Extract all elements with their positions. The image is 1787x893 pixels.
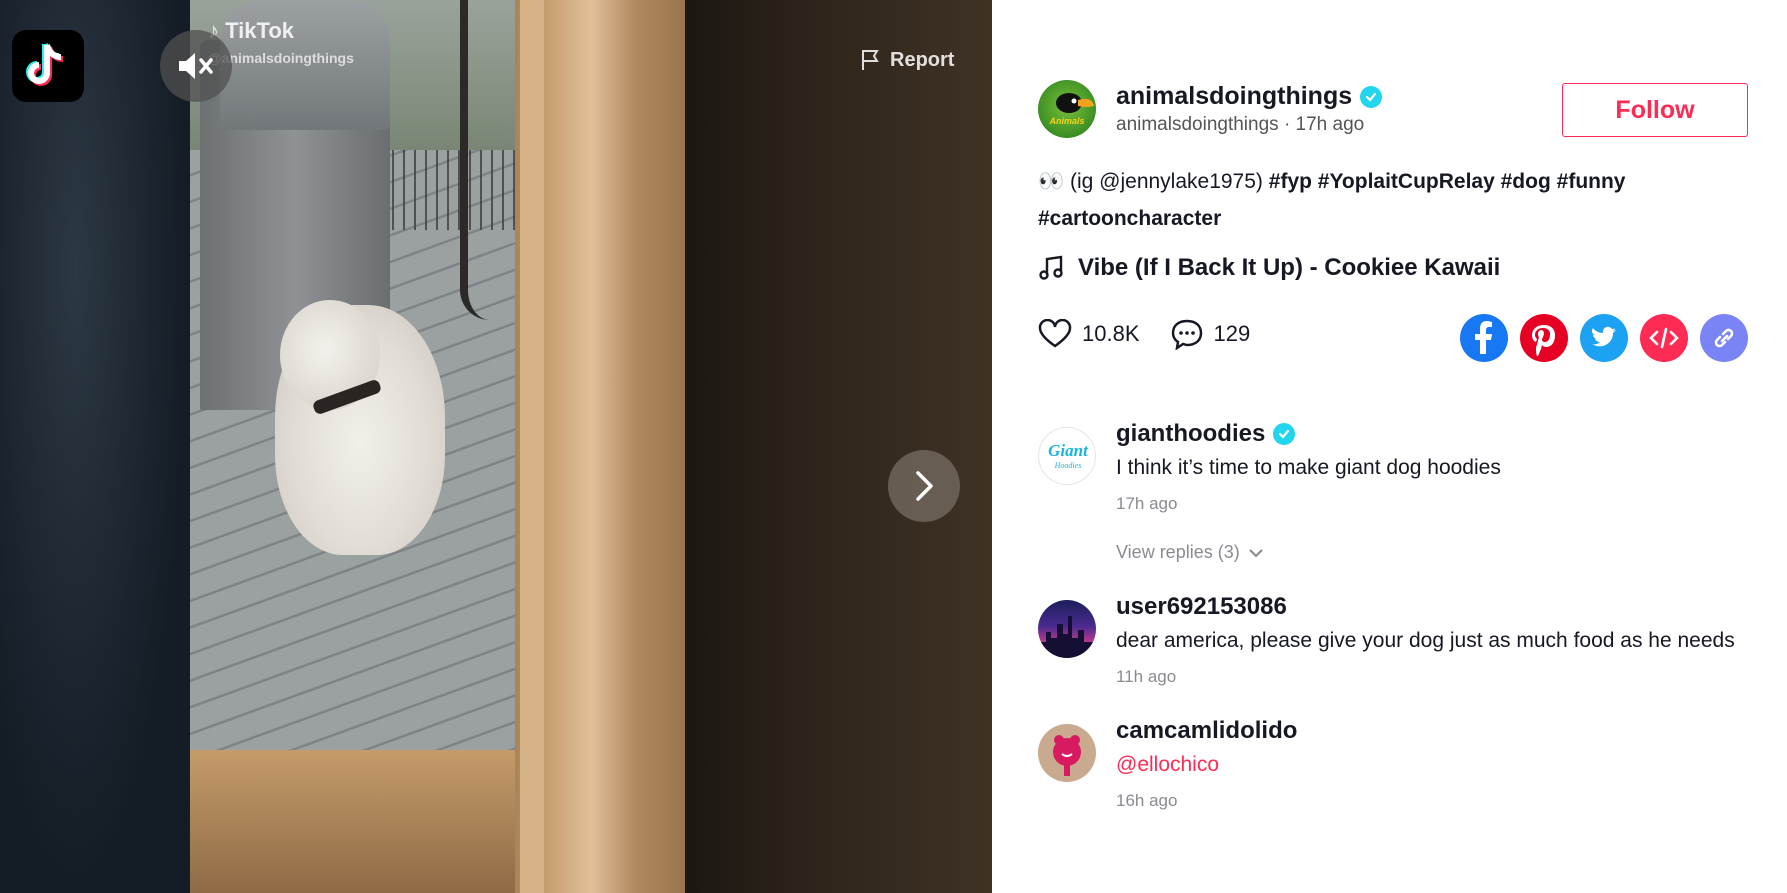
- hashtag-link[interactable]: #YoplaitCupRelay: [1318, 170, 1495, 193]
- comment-time: 17h ago: [1116, 494, 1178, 513]
- svg-text:Animals: Animals: [1048, 116, 1084, 126]
- like-button[interactable]: 10.8K: [1038, 319, 1140, 349]
- caption-text: 👀 (ig @jennylake1975): [1038, 170, 1263, 193]
- engagement-stats: 10.8K 129: [1038, 318, 1280, 350]
- avatar[interactable]: [1038, 724, 1096, 782]
- embed-share-button[interactable]: [1640, 314, 1688, 362]
- author-username[interactable]: animalsdoingthings: [1116, 82, 1352, 111]
- comment-text: I think it’s time to make giant dog hood…: [1116, 456, 1501, 479]
- hashtag-link[interactable]: #funny: [1557, 170, 1626, 193]
- comment-time: 11h ago: [1116, 667, 1177, 686]
- tiktok-logo[interactable]: [12, 30, 84, 102]
- hashtag-link[interactable]: #dog: [1501, 170, 1551, 193]
- tiktok-video-page: ♪ TikTok @animalsdoingthings Report Anim…: [0, 0, 1787, 893]
- music-title: Vibe (If I Back It Up) - Cookiee Kawaii: [1078, 254, 1501, 281]
- video-player-area: ♪ TikTok @animalsdoingthings Report: [0, 0, 992, 893]
- mute-button[interactable]: [160, 30, 232, 102]
- facebook-icon: [1475, 321, 1492, 354]
- pinterest-share-button[interactable]: [1520, 314, 1568, 362]
- comment-count: 129: [1213, 321, 1251, 346]
- comment-button[interactable]: 129: [1170, 318, 1251, 350]
- muted-speaker-icon: [179, 53, 213, 79]
- next-video-button[interactable]: [888, 450, 960, 522]
- copy-link-button[interactable]: [1700, 314, 1748, 362]
- comment-item: Giant Hoodies gianthoodies I think it’s …: [1038, 420, 1758, 563]
- comment-text: dear america, please give your dog just …: [1116, 629, 1735, 652]
- comment-item: user692153086 dear america, please give …: [1038, 593, 1758, 687]
- twitter-share-button[interactable]: [1580, 314, 1628, 362]
- follow-button[interactable]: Follow: [1562, 83, 1748, 137]
- link-icon: [1714, 328, 1734, 348]
- like-count: 10.8K: [1082, 321, 1140, 346]
- report-button[interactable]: Report: [860, 48, 954, 72]
- twitter-icon: [1591, 326, 1616, 347]
- comment-bubble-icon: [1171, 319, 1202, 350]
- comment-list: Giant Hoodies gianthoodies I think it’s …: [1038, 420, 1758, 811]
- tiktok-logo-icon: [26, 43, 64, 86]
- character-avatar-icon: [1053, 735, 1081, 776]
- chevron-down-icon: [1249, 548, 1263, 557]
- report-label: Report: [890, 48, 955, 71]
- svg-text:Hoodies: Hoodies: [1054, 461, 1082, 470]
- comment-username[interactable]: camcamlidolido: [1116, 717, 1297, 745]
- comment-time: 16h ago: [1116, 791, 1178, 810]
- view-replies-label: View replies (3): [1116, 542, 1240, 562]
- avatar[interactable]: Giant Hoodies: [1038, 427, 1096, 485]
- comment-username[interactable]: gianthoodies: [1116, 420, 1265, 448]
- music-note-icon: [1039, 255, 1063, 280]
- author-meta: animalsdoingthings · 17h ago: [1116, 114, 1365, 135]
- verified-badge-icon: [1273, 423, 1296, 445]
- giant-hoodies-logo-icon: Giant Hoodies: [1048, 441, 1089, 470]
- hashtag-link[interactable]: #cartooncharacter: [1038, 207, 1221, 230]
- flag-icon: [862, 50, 879, 70]
- video-frame[interactable]: ♪ TikTok @animalsdoingthings: [190, 0, 685, 893]
- avatar[interactable]: [1038, 600, 1096, 658]
- city-skyline-avatar-icon: [1038, 616, 1096, 658]
- comment-username[interactable]: user692153086: [1116, 593, 1287, 621]
- hashtag-link[interactable]: #fyp: [1269, 170, 1312, 193]
- share-buttons: [1460, 314, 1748, 362]
- toucan-logo-icon: Animals: [1048, 93, 1094, 126]
- facebook-share-button[interactable]: [1460, 314, 1508, 362]
- music-link[interactable]: Vibe (If I Back It Up) - Cookiee Kawaii: [1038, 254, 1500, 282]
- pinterest-icon: [1532, 325, 1555, 356]
- author-avatar[interactable]: Animals: [1038, 80, 1096, 138]
- heart-icon: [1038, 319, 1072, 348]
- comment-mention-link[interactable]: @ellochico: [1116, 748, 1758, 781]
- view-replies-button[interactable]: View replies (3): [1116, 542, 1758, 563]
- author-header: Animals animalsdoingthings animalsdoingt…: [1038, 80, 1758, 142]
- video-details-panel: Animals animalsdoingthings animalsdoingt…: [992, 0, 1787, 893]
- svg-text:Giant: Giant: [1048, 441, 1089, 460]
- verified-badge-icon: [1360, 85, 1383, 108]
- comment-item: camcamlidolido @ellochico 16h ago: [1038, 717, 1758, 811]
- video-caption: 👀 (ig @jennylake1975) #fyp #YoplaitCupRe…: [1038, 163, 1758, 237]
- chevron-right-icon: [916, 471, 933, 501]
- embed-icon: [1649, 327, 1679, 349]
